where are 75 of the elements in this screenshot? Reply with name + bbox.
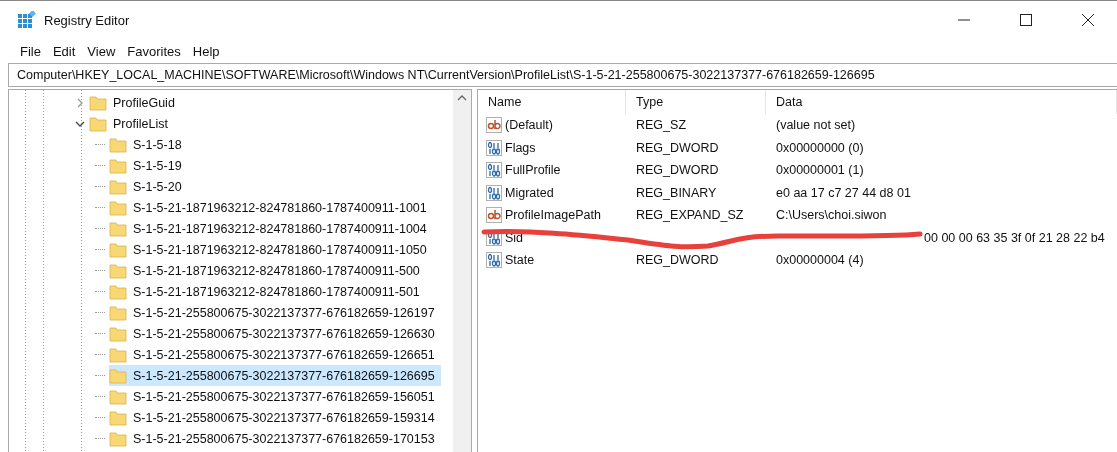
value-data: 0x00000001 (1) [775, 162, 865, 180]
tree-item[interactable]: S-1-5-21-1871963212-824781860-1787400911-501 [109, 281, 426, 302]
value-type: REG_BINARY [635, 184, 718, 202]
value-type: REG_DWORD [635, 139, 720, 157]
tree-item[interactable]: S-1-5-21-255800675-3022137377-676182659-156051 [109, 386, 441, 407]
tree-item[interactable]: S-1-5-21-255800675-3022137377-676182659-126651 [109, 344, 441, 365]
close-icon [1082, 14, 1094, 26]
value-name[interactable]: (Default) [478, 114, 626, 137]
binary-value-icon [486, 139, 502, 156]
tree-item[interactable]: S-1-5-21-255800675-3022137377-676182659-170153 [109, 428, 441, 449]
chevron-right-icon[interactable] [75, 97, 85, 108]
tree-item[interactable]: S-1-5-21-255800675-3022137377-676182659-126630 [109, 323, 441, 344]
value-name[interactable]: State [478, 249, 626, 272]
scrollbar[interactable] [453, 90, 471, 452]
folder-icon [109, 136, 127, 153]
value-name[interactable]: Flags [478, 136, 626, 159]
tree-item[interactable]: S-1-5-21-1871963212-824781860-1787400911-1001 [109, 197, 433, 218]
column-header[interactable]: Name [478, 90, 626, 114]
folder-icon [109, 367, 127, 384]
string-value-icon [486, 117, 502, 134]
value-data: 0x00000000 (0) [775, 139, 865, 157]
maximize-icon [1020, 14, 1032, 26]
column-header[interactable]: Data [766, 90, 1117, 114]
tree-item[interactable]: ProfileGuid [89, 92, 181, 113]
scroll-up-icon[interactable] [457, 94, 467, 102]
menu-item[interactable]: File [14, 43, 47, 59]
value-data: 00 00 00 63 35 3f 0f 21 28 22 b4 [924, 230, 1105, 245]
binary-value-icon [486, 252, 502, 269]
folder-icon [109, 346, 127, 363]
folder-icon [109, 241, 127, 258]
tree-item[interactable]: S-1-5-21-1871963212-824781860-1787400911-1050 [109, 239, 433, 260]
value-type: REG_SZ [635, 117, 687, 135]
tree-item[interactable]: S-1-5-21-255800675-3022137377-676182659-126197 [109, 302, 441, 323]
folder-icon [109, 262, 127, 279]
menu-item[interactable]: Favorites [121, 43, 187, 59]
folder-icon [109, 178, 127, 195]
folder-icon [109, 304, 127, 321]
folder-icon [109, 157, 127, 174]
string-value-icon [486, 207, 502, 224]
value-type: REG_DWORD [635, 162, 720, 180]
folder-icon [109, 409, 127, 426]
value-type: REG_EXPAND_SZ [635, 207, 745, 225]
tree-item[interactable]: S-1-5-21-1871963212-824781860-1787400911-1004 [109, 218, 433, 239]
tree-item[interactable]: S-1-5-21-255800675-3022137377-676182659-126695 [109, 365, 441, 386]
column-header[interactable]: Type [626, 90, 766, 114]
folder-icon [109, 283, 127, 300]
value-data: 0x00000004 (4) [775, 252, 865, 270]
value-data: (value not set) [775, 117, 857, 135]
folder-icon [89, 115, 107, 132]
value-data: C:\Users\choi.siwon [775, 207, 888, 225]
app-icon [18, 11, 36, 29]
menu-item[interactable]: View [81, 43, 122, 59]
binary-value-icon [486, 162, 502, 179]
folder-icon [89, 94, 107, 111]
value-name[interactable]: FullProfile [478, 159, 626, 182]
tree-item[interactable]: S-1-5-18 [109, 134, 188, 155]
value-type: REG_DWORD [635, 252, 720, 270]
tree-item[interactable]: S-1-5-19 [109, 155, 188, 176]
folder-icon [109, 325, 127, 342]
value-name[interactable]: Migrated [478, 181, 626, 204]
window-title: Registry Editor [44, 12, 131, 28]
tree-item[interactable]: S-1-5-20 [109, 176, 188, 197]
binary-value-icon [486, 184, 502, 201]
tree-item[interactable]: ProfileList [89, 113, 174, 134]
menu-item[interactable]: Help [186, 43, 226, 59]
folder-icon [109, 430, 127, 447]
folder-icon [109, 199, 127, 216]
folder-icon [109, 388, 127, 405]
menu-item[interactable]: Edit [46, 43, 82, 59]
tree-item[interactable]: S-1-5-21-255800675-3022137377-676182659-159314 [109, 407, 441, 428]
tree-item[interactable]: S-1-5-21-1871963212-824781860-1787400911-500 [109, 260, 426, 281]
value-data: e0 aa 17 c7 27 44 d8 01 [775, 184, 912, 202]
value-name[interactable]: ProfileImagePath [478, 204, 626, 227]
folder-icon [109, 220, 127, 237]
address-field[interactable]: Computer\HKEY_LOCAL_MACHINE\SOFTWARE\Microsoft\Windows NT\CurrentVersion\ProfileList\S-1-5-21-255800675-3022137377-676182659-126695 [8, 63, 1117, 87]
